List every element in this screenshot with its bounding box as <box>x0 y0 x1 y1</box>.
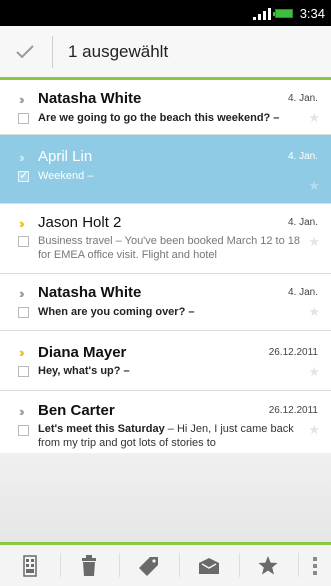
message-sender: Natasha White <box>38 90 142 107</box>
message-list: ›› Natasha White 4. Jan. Are we going to… <box>0 80 331 455</box>
status-time: 3:34 <box>299 6 325 21</box>
bottom-toolbar <box>0 542 331 586</box>
label-button[interactable] <box>119 545 179 586</box>
message-date: 4. Jan. <box>287 93 318 104</box>
message-subject: Hey, what's up? – <box>38 365 130 377</box>
mark-unread-icon <box>23 554 37 577</box>
priority-chevron-icon: ›› <box>19 150 24 165</box>
select-checkbox[interactable] <box>18 366 29 377</box>
checkmark-icon <box>16 44 34 58</box>
selected-count: 1 ausgewählt <box>68 42 169 61</box>
selection-header: 1 ausgewählt <box>0 26 331 80</box>
message-date: 4. Jan. <box>287 217 318 228</box>
priority-chevron-icon: ›› <box>19 286 24 301</box>
priority-chevron-icon: ›› <box>19 92 24 107</box>
message-row[interactable]: ›› Jason Holt 2 4. Jan. Business travel … <box>0 204 331 274</box>
overflow-menu-button[interactable] <box>298 545 331 586</box>
message-sender: Jason Holt 2 <box>38 214 122 231</box>
message-date: 4. Jan. <box>287 287 318 298</box>
select-checkbox[interactable] <box>18 307 29 318</box>
message-sender: Ben Carter <box>38 402 115 419</box>
message-date: 26.12.2011 <box>268 405 318 416</box>
delete-button[interactable] <box>59 545 120 586</box>
done-selection-button[interactable] <box>0 26 50 77</box>
message-sender: Diana Mayer <box>38 344 127 361</box>
star-icon[interactable]: ★ <box>308 110 320 126</box>
priority-chevron-icon: ›› <box>19 404 24 419</box>
message-row[interactable]: ›› Ben Carter 26.12.2011 Let's meet this… <box>0 391 331 455</box>
select-checkbox[interactable] <box>18 425 29 436</box>
message-date: 4. Jan. <box>287 151 318 162</box>
select-checkbox[interactable]: ✓ <box>18 168 30 182</box>
star-icon[interactable]: ★ <box>308 364 320 380</box>
star-icon[interactable]: ★ <box>308 422 320 438</box>
message-row[interactable]: ›› Natasha White 4. Jan. When are you co… <box>0 274 331 331</box>
overflow-menu-icon <box>312 556 317 575</box>
message-row[interactable]: ›› Natasha White 4. Jan. Are we going to… <box>0 80 331 135</box>
message-date: 26.12.2011 <box>268 347 318 358</box>
label-icon <box>139 556 159 576</box>
list-empty-area <box>0 453 331 545</box>
star-button[interactable] <box>238 545 299 586</box>
mark-unread-button[interactable] <box>0 545 60 586</box>
select-checkbox[interactable] <box>18 236 29 247</box>
header-divider <box>52 36 53 68</box>
star-icon <box>258 556 278 575</box>
signal-icon <box>253 8 271 20</box>
message-subject-bold: Let's meet this Saturday <box>38 423 165 435</box>
message-sender: Natasha White <box>38 284 142 301</box>
move-to-folder-icon <box>198 557 219 574</box>
message-subject: Business travel – You've been booked Mar… <box>38 235 301 261</box>
message-row[interactable]: ›› Diana Mayer 26.12.2011 Hey, what's up… <box>0 331 331 391</box>
status-bar: 3:34 <box>0 0 331 26</box>
trash-icon <box>82 554 97 576</box>
message-row[interactable]: ›› ✓ April Lin 4. Jan. Weekend – ★ <box>0 135 331 204</box>
priority-chevron-icon: ›› <box>19 345 24 360</box>
battery-icon <box>273 9 293 18</box>
move-to-folder-button[interactable] <box>178 545 239 586</box>
check-icon: ✓ <box>19 168 30 182</box>
message-sender: April Lin <box>38 148 93 165</box>
message-subject: Are we going to go the beach this weeken… <box>38 112 280 124</box>
star-icon[interactable]: ★ <box>308 178 320 194</box>
message-subject: Let's meet this Saturday – Hi Jen, I jus… <box>38 422 306 450</box>
message-subject: Weekend – <box>38 170 94 182</box>
priority-chevron-icon: ›› <box>19 216 24 231</box>
star-icon[interactable]: ★ <box>308 304 320 320</box>
star-icon[interactable]: ★ <box>308 234 320 250</box>
message-subject: When are you coming over? – <box>38 306 195 318</box>
select-checkbox[interactable] <box>18 113 29 124</box>
